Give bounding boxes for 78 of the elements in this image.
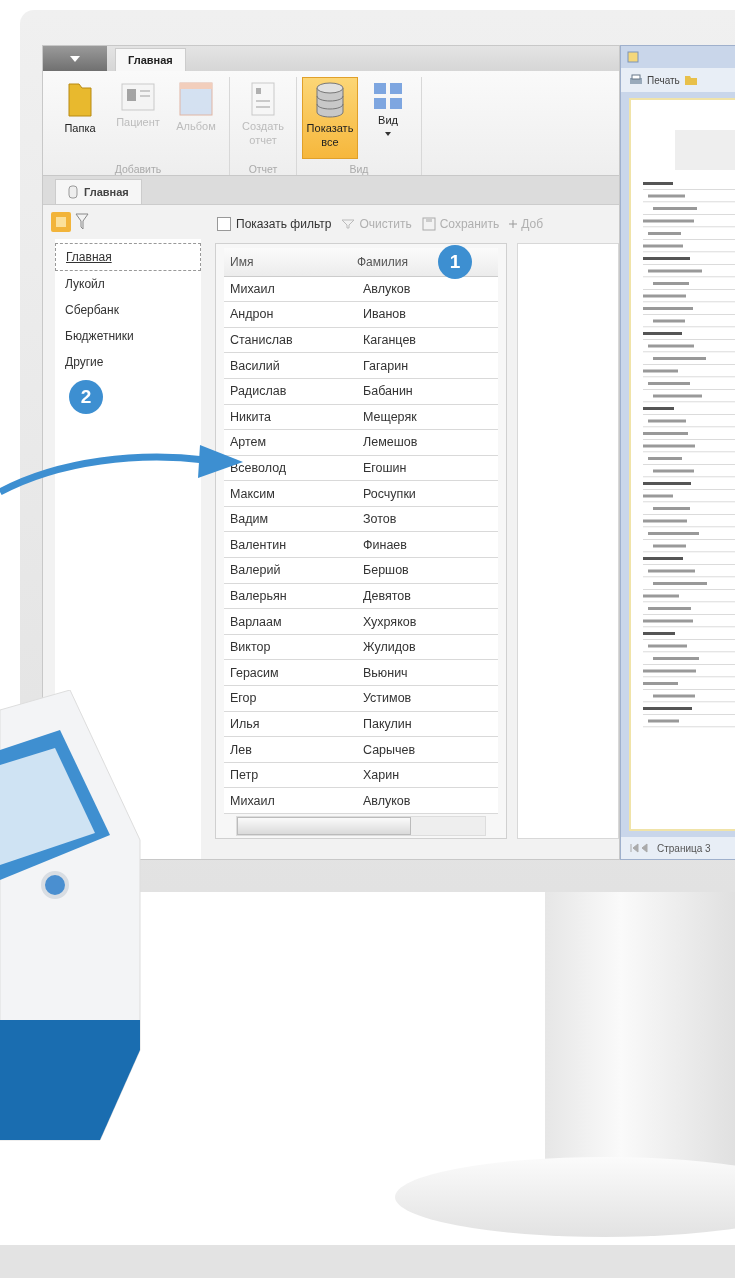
table-cell-text: Вадим bbox=[229, 512, 270, 527]
table-cell-text: Финаев bbox=[362, 537, 408, 552]
table-cell-text: Виктор bbox=[229, 640, 272, 655]
table-cell-text: Валерий bbox=[229, 563, 282, 578]
print-button[interactable]: Печать bbox=[647, 74, 680, 86]
table-cell-text: Мещеряк bbox=[362, 409, 418, 424]
document-icon bbox=[251, 82, 275, 117]
checkbox[interactable] bbox=[217, 216, 231, 231]
table-cell-text: Петр bbox=[229, 768, 260, 783]
card-icon bbox=[121, 82, 155, 113]
table-cell-text: Лемешов bbox=[362, 435, 419, 450]
sidebar-item[interactable]: Сбербанк bbox=[55, 296, 129, 323]
table-cell-text: Жулидов bbox=[362, 640, 417, 655]
plus-icon bbox=[509, 219, 518, 228]
column-header[interactable]: Имя bbox=[230, 254, 351, 269]
table-cell-text: Варлаам bbox=[229, 614, 283, 629]
page-navigation-icon[interactable] bbox=[629, 843, 651, 853]
table-cell-text: Девятов bbox=[362, 588, 412, 603]
table-cell-text: Пакулин bbox=[362, 716, 413, 731]
table-cell-text: Егошин bbox=[362, 461, 408, 475]
table-cell-text: Авлуков bbox=[362, 793, 412, 808]
scrollbar-thumb[interactable] bbox=[237, 817, 411, 835]
table-cell-text: Василий bbox=[229, 358, 281, 373]
table-cell-text: Лев bbox=[229, 742, 253, 757]
table-cell-text: Михаил bbox=[229, 281, 276, 296]
document-tab[interactable]: Главная bbox=[55, 178, 142, 204]
table-cell-text: Харин bbox=[362, 768, 401, 783]
table-cell-text: Авлуков bbox=[362, 281, 412, 296]
folder-tree-icon[interactable] bbox=[51, 211, 71, 232]
folder-icon[interactable] bbox=[683, 74, 698, 86]
table-cell-text: Росчупки bbox=[362, 486, 417, 501]
table-cell-text: Станислав bbox=[229, 333, 294, 347]
horizontal-scrollbar[interactable] bbox=[236, 816, 486, 836]
ribbon-group-label: Отчет bbox=[248, 163, 278, 176]
filter-checkbox[interactable]: Показать фильтр bbox=[217, 216, 332, 231]
table-cell-text: Герасим bbox=[229, 665, 280, 680]
table-cell-text: Валерьян bbox=[229, 588, 288, 603]
ribbon-group-label: Вид bbox=[349, 163, 369, 176]
table-cell-text: Сарычев bbox=[362, 742, 417, 757]
printer-icon bbox=[629, 74, 643, 86]
table-cell-text: Егор bbox=[229, 691, 258, 706]
filter-icon[interactable] bbox=[75, 212, 89, 231]
caret-icon bbox=[70, 55, 80, 62]
table-cell-text: Илья bbox=[229, 716, 261, 731]
table-cell-text: Радислав bbox=[229, 384, 288, 399]
ribbon-tab[interactable]: Главная bbox=[115, 48, 186, 72]
table-cell-text: Артем bbox=[229, 435, 268, 450]
table-cell-text: Вьюнич bbox=[362, 665, 409, 680]
grid-icon bbox=[373, 82, 403, 111]
table-cell-text: Бершов bbox=[362, 563, 410, 578]
folder-icon bbox=[67, 82, 93, 119]
ribbon-group-label: Добавить bbox=[114, 163, 162, 176]
table-cell-text: Валентин bbox=[229, 537, 288, 552]
ribbon-button[interactable]: Показать все bbox=[302, 77, 358, 160]
table-cell-text: Каганцев bbox=[362, 333, 417, 347]
page-indicator: Страница 3 bbox=[657, 842, 711, 854]
table-cell-text: Зотов bbox=[362, 512, 398, 527]
album-icon bbox=[179, 82, 213, 117]
sidebar-item[interactable]: Бюджетники bbox=[55, 322, 144, 349]
sidebar-item[interactable]: Главная bbox=[55, 242, 201, 271]
table-cell-text: Никита bbox=[229, 409, 272, 424]
ribbon-button[interactable]: Папка bbox=[52, 77, 108, 160]
sidebar-item[interactable]: Лукойл bbox=[55, 270, 115, 297]
column-header[interactable]: Фамилия bbox=[357, 254, 408, 269]
caret-icon bbox=[385, 131, 391, 136]
filter-icon bbox=[341, 218, 356, 229]
table-cell-text: Хухряков bbox=[362, 614, 418, 629]
table-cell-text: Всеволод bbox=[229, 461, 288, 475]
application-menu-button[interactable] bbox=[43, 46, 107, 72]
ribbon-button[interactable]: Вид bbox=[360, 77, 416, 160]
table-cell-text: Иванов bbox=[362, 307, 407, 322]
table-cell-text: Бабанин bbox=[362, 384, 414, 399]
table-cell-text: Максим bbox=[229, 486, 276, 501]
sidebar-item[interactable]: Другие bbox=[55, 348, 114, 375]
table-cell-text: Михаил bbox=[229, 793, 276, 808]
table-cell-text: Устимов bbox=[362, 691, 413, 706]
table-cell-text: Гагарин bbox=[362, 358, 410, 373]
table-cell-text: Андрон bbox=[229, 307, 275, 322]
